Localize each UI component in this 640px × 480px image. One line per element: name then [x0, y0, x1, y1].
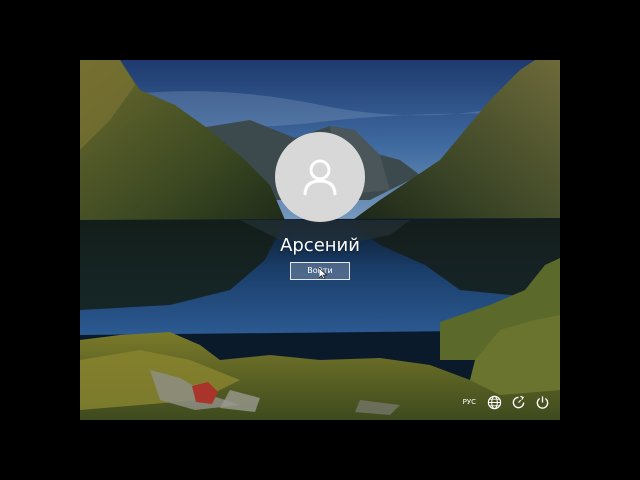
- network-icon[interactable]: [486, 394, 502, 410]
- power-icon[interactable]: [534, 394, 550, 410]
- user-avatar[interactable]: [275, 132, 365, 222]
- ease-of-access-icon[interactable]: [510, 394, 526, 410]
- language-indicator[interactable]: РУС: [461, 396, 478, 408]
- user-icon: [303, 159, 337, 196]
- user-name: Арсений: [280, 235, 360, 256]
- letterbox-frame: Арсений Войти РУС: [0, 0, 640, 480]
- lock-screen: Арсений Войти РУС: [80, 60, 560, 420]
- mouse-cursor-icon: [319, 268, 327, 279]
- system-tray: РУС: [461, 392, 550, 412]
